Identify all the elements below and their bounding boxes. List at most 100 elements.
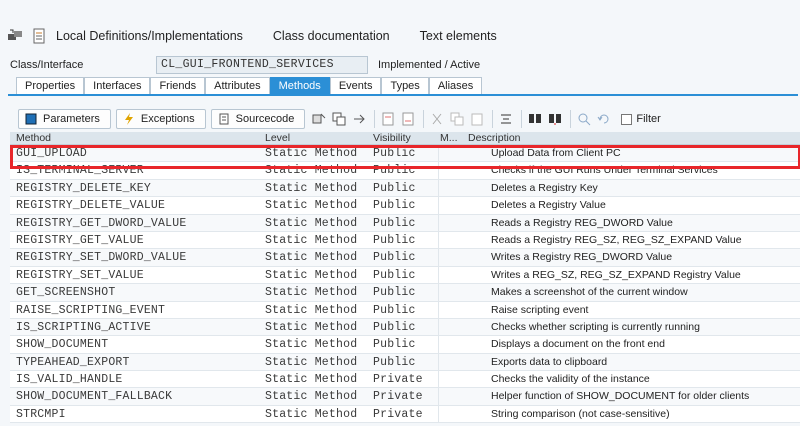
class-status: Implemented / Active [378, 59, 481, 71]
class-name-field[interactable]: CL_GUI_FRONTEND_SERVICES [156, 56, 368, 74]
sourcecode-button[interactable]: Sourcecode [210, 109, 306, 129]
method-description: Exports data to clipboard [491, 355, 608, 368]
method-name[interactable]: TYPEAHEAD_EXPORT [10, 354, 263, 370]
table-row[interactable]: GUI_UPLOAD Static Method Public Upload Data… [10, 145, 800, 163]
header-level[interactable]: Level [263, 132, 371, 144]
method-m [438, 301, 466, 318]
table-row[interactable]: REGISTRY_DELETE_KEY Static Method Public De… [10, 179, 800, 198]
other-object-icon[interactable] [6, 27, 24, 45]
method-name[interactable]: IS_SCRIPTING_ACTIVE [10, 319, 263, 335]
local-definitions-link[interactable]: Local Definitions/Implementations [56, 29, 243, 43]
method-name[interactable]: REGISTRY_SET_VALUE [10, 267, 263, 283]
method-description: Reads a Registry REG_DWORD Value [491, 216, 673, 229]
method-m [438, 179, 466, 197]
search-icon[interactable] [575, 110, 593, 128]
method-level: Static Method [265, 407, 358, 421]
tab-interfaces[interactable]: Interfaces [84, 77, 151, 95]
method-m [438, 197, 466, 214]
method-level: Static Method [265, 233, 358, 247]
method-m [438, 249, 466, 266]
undo-icon[interactable] [595, 110, 613, 128]
method-level: Static Method [265, 390, 358, 404]
method-name[interactable]: REGISTRY_DELETE_VALUE [10, 197, 263, 213]
method-level: Static Method [265, 303, 358, 317]
method-visibility: Public [373, 164, 416, 178]
header-description[interactable]: Description [466, 132, 800, 144]
tab-types[interactable]: Types [381, 77, 429, 95]
table-row[interactable]: REGISTRY_GET_VALUE Static Method Public Rea… [10, 231, 800, 250]
separator [423, 110, 425, 128]
document-icon[interactable] [30, 27, 48, 45]
method-name[interactable]: REGISTRY_GET_VALUE [10, 232, 263, 248]
method-name[interactable]: REGISTRY_SET_DWORD_VALUE [10, 249, 263, 265]
table-row[interactable]: REGISTRY_GET_DWORD_VALUE Static Method Pub… [10, 214, 800, 232]
tab-events[interactable]: Events [329, 77, 382, 95]
table-row[interactable]: REGISTRY_DELETE_VALUE Static Method Public… [10, 197, 800, 215]
method-description: Reads a Registry REG_SZ, REG_SZ_EXPAND V… [491, 233, 742, 246]
tab-attributes[interactable]: Attributes [205, 77, 270, 95]
method-name[interactable]: SHOW_DOCUMENT_FALLBACK [10, 388, 263, 404]
table-row[interactable]: RAISE_SCRIPTING_EVENT Static Method Public… [10, 301, 800, 319]
method-visibility: Public [373, 268, 416, 282]
header-m[interactable]: M... [438, 132, 466, 144]
lightning-icon [123, 113, 135, 125]
exceptions-button[interactable]: Exceptions [115, 109, 206, 129]
method-level: Static Method [265, 338, 358, 352]
copy-icon[interactable] [330, 110, 348, 128]
table-row[interactable]: IS_TERMINAL_SERVER Static Method Public Che… [10, 162, 800, 180]
method-name[interactable]: REGISTRY_DELETE_KEY [10, 180, 263, 196]
move-icon[interactable] [350, 110, 368, 128]
method-visibility: Public [373, 233, 416, 247]
method-description: Upload Data from Client PC [491, 147, 621, 159]
sourcecode-label: Sourcecode [235, 113, 295, 125]
method-visibility: Public [373, 355, 416, 369]
separator [521, 110, 523, 128]
class-documentation-link[interactable]: Class documentation [273, 29, 390, 43]
method-name[interactable]: IS_VALID_HANDLE [10, 371, 263, 387]
method-name[interactable]: GET_SCREENSHOT [10, 284, 263, 300]
tab-friends[interactable]: Friends [150, 77, 206, 95]
table-row[interactable]: STRCMPI Static Method Private String compar… [10, 405, 800, 424]
table-row[interactable]: TYPEAHEAD_EXPORT Static Method Public Expor… [10, 353, 800, 372]
class-interface-label: Class/Interface [10, 59, 84, 71]
method-level: Static Method [265, 355, 358, 369]
align-icon[interactable] [497, 110, 515, 128]
methods-toolbar: Parameters Exceptions Sourcecode Filter [0, 108, 800, 130]
table-row[interactable]: SHOW_DOCUMENT_FALLBACK Static Method Priva… [10, 388, 800, 406]
delete-row-icon[interactable] [399, 110, 417, 128]
method-description: Checks whether scripting is currently ru… [491, 320, 700, 333]
table-row[interactable]: GET_SCREENSHOT Static Method Public Makes a… [10, 284, 800, 302]
copy-disabled-icon[interactable] [448, 110, 466, 128]
find-next-icon[interactable] [546, 110, 564, 128]
parameters-button[interactable]: Parameters [18, 109, 111, 129]
method-name[interactable]: GUI_UPLOAD [10, 145, 263, 161]
tab-methods[interactable]: Methods [269, 77, 330, 95]
table-row[interactable]: REGISTRY_SET_DWORD_VALUE Static Method Pub… [10, 249, 800, 267]
method-name[interactable]: RAISE_SCRIPTING_EVENT [10, 302, 263, 318]
tab-properties[interactable]: Properties [16, 77, 85, 95]
header-visibility[interactable]: Visibility [371, 132, 438, 144]
insert-icon[interactable] [310, 110, 328, 128]
table-row[interactable]: IS_SCRIPTING_ACTIVE Static Method Public Ch… [10, 318, 800, 337]
method-m [438, 336, 466, 353]
text-elements-link[interactable]: Text elements [420, 29, 497, 43]
header-method[interactable]: Method [10, 132, 263, 144]
method-description: Checks the validity of the instance [491, 373, 650, 386]
insert-row-icon[interactable] [379, 110, 397, 128]
filter-checkbox[interactable] [621, 113, 633, 125]
paste-icon[interactable] [468, 110, 486, 128]
tab-aliases[interactable]: Aliases [428, 77, 483, 95]
table-row[interactable]: REGISTRY_SET_VALUE Static Method Public Wri… [10, 266, 800, 285]
method-level: Static Method [265, 251, 358, 265]
table-row[interactable]: IS_VALID_HANDLE Static Method Private Check… [10, 371, 800, 389]
cut-icon[interactable] [428, 110, 446, 128]
find-icon[interactable] [526, 110, 544, 128]
table-row[interactable]: SHOW_DOCUMENT Static Method Public Displays… [10, 336, 800, 354]
method-name[interactable]: SHOW_DOCUMENT [10, 336, 263, 352]
method-visibility: Public [373, 147, 416, 160]
method-name[interactable]: STRCMPI [10, 406, 263, 422]
method-name[interactable]: REGISTRY_GET_DWORD_VALUE [10, 215, 263, 231]
method-name[interactable]: IS_TERMINAL_SERVER [10, 162, 263, 178]
method-level: Static Method [265, 268, 358, 282]
method-m [438, 266, 466, 284]
